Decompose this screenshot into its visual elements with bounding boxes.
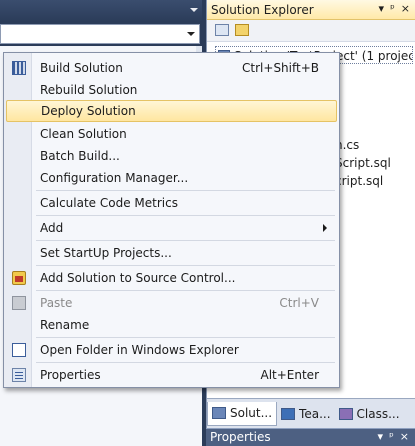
title-bar-buttons: ▾ ᵖ × xyxy=(379,2,410,15)
menu-item-rename[interactable]: Rename xyxy=(6,314,337,336)
window-position-dropdown-icon[interactable]: ▾ xyxy=(378,430,384,443)
menu-item-label: Build Solution xyxy=(40,61,123,75)
menu-item-add[interactable]: Add xyxy=(6,217,337,239)
menu-item-label: Calculate Code Metrics xyxy=(40,196,178,210)
tree-item-partial[interactable]: cript.sql xyxy=(335,174,383,188)
menu-separator xyxy=(36,190,335,191)
menu-separator xyxy=(36,337,335,338)
menu-item-label: Deploy Solution xyxy=(41,104,136,118)
solution-explorer-toolbar xyxy=(207,20,415,42)
menu-item-configuration-manager[interactable]: Configuration Manager... xyxy=(6,167,337,189)
menu-item-paste[interactable]: Paste Ctrl+V xyxy=(6,292,337,314)
menu-item-add-to-source-control[interactable]: Add Solution to Source Control... xyxy=(6,267,337,289)
menu-item-label: Batch Build... xyxy=(40,149,120,163)
menu-item-calculate-code-metrics[interactable]: Calculate Code Metrics xyxy=(6,192,337,214)
open-folder-icon xyxy=(12,343,26,357)
solution-context-menu: Build Solution Ctrl+Shift+B Rebuild Solu… xyxy=(3,52,340,388)
menu-item-label: Rebuild Solution xyxy=(40,83,138,97)
chevron-down-icon[interactable] xyxy=(187,32,195,36)
menu-item-label: Clean Solution xyxy=(40,127,127,141)
tab-class-view[interactable]: Class... xyxy=(335,402,404,426)
solution-explorer-icon xyxy=(212,407,226,419)
menu-item-label: Properties xyxy=(40,368,101,382)
menu-item-shortcut: Alt+Enter xyxy=(260,368,319,382)
team-explorer-icon xyxy=(281,407,296,420)
submenu-arrow-icon xyxy=(323,224,327,232)
menu-item-label: Add xyxy=(40,221,64,235)
menu-item-label: Set StartUp Projects... xyxy=(40,246,172,260)
properties-icon xyxy=(12,368,26,382)
tab-dropdown-arrow-icon[interactable] xyxy=(190,8,198,12)
tool-window-tabs: Solut... Tea... Class... xyxy=(207,398,415,428)
show-all-files-icon[interactable] xyxy=(235,24,249,36)
menu-item-shortcut: Ctrl+Shift+B xyxy=(242,61,319,75)
solution-explorer-title: Solution Explorer xyxy=(211,3,314,17)
menu-item-label: Configuration Manager... xyxy=(40,171,189,185)
menu-item-label: Open Folder in Windows Explorer xyxy=(40,343,239,357)
menu-separator xyxy=(36,362,335,363)
menu-item-label: Add Solution to Source Control... xyxy=(40,271,236,285)
window-position-dropdown-icon[interactable]: ▾ xyxy=(379,2,385,15)
tab-label: Class... xyxy=(356,406,400,421)
build-icon xyxy=(12,61,26,75)
menu-item-shortcut: Ctrl+V xyxy=(279,296,319,310)
tab-label: Tea... xyxy=(299,406,331,421)
properties-panel-title-bar: Properties ▾ ᵖ × xyxy=(206,428,415,446)
menu-item-open-folder-in-explorer[interactable]: Open Folder in Windows Explorer xyxy=(6,339,337,361)
tab-team-explorer[interactable]: Tea... xyxy=(277,402,334,426)
tab-label: Solut... xyxy=(230,406,273,420)
menu-item-label: Paste xyxy=(40,296,73,310)
menu-separator xyxy=(36,240,335,241)
menu-separator xyxy=(36,265,335,266)
properties-panel-title: Properties xyxy=(210,430,271,444)
menu-separator xyxy=(36,215,335,216)
navigation-combo-box[interactable] xyxy=(0,24,200,44)
menu-item-build-solution[interactable]: Build Solution Ctrl+Shift+B xyxy=(6,57,337,79)
class-view-icon xyxy=(338,407,353,420)
menu-item-rebuild-solution[interactable]: Rebuild Solution xyxy=(6,79,337,101)
source-control-icon xyxy=(12,271,26,285)
close-icon[interactable]: × xyxy=(401,2,410,15)
editor-tab-strip xyxy=(0,0,202,22)
close-icon[interactable]: × xyxy=(400,430,409,443)
solution-explorer-title-bar: Solution Explorer ▾ ᵖ × xyxy=(207,0,415,20)
title-bar-buttons: ▾ ᵖ × xyxy=(378,430,409,443)
properties-icon[interactable] xyxy=(215,24,229,36)
menu-item-label: Rename xyxy=(40,318,90,332)
auto-hide-pin-icon[interactable]: ᵖ xyxy=(389,430,394,443)
menu-item-set-startup-projects[interactable]: Set StartUp Projects... xyxy=(6,242,337,264)
menu-item-properties[interactable]: Properties Alt+Enter xyxy=(6,364,337,386)
paste-icon xyxy=(12,296,26,310)
menu-item-clean-solution[interactable]: Clean Solution xyxy=(6,123,337,145)
auto-hide-pin-icon[interactable]: ᵖ xyxy=(390,2,395,15)
tab-solution-explorer[interactable]: Solut... xyxy=(207,401,278,426)
menu-item-batch-build[interactable]: Batch Build... xyxy=(6,145,337,167)
menu-item-deploy-solution[interactable]: Deploy Solution xyxy=(6,100,337,122)
tree-item-partial[interactable]: Script.sql xyxy=(335,156,391,170)
menu-separator xyxy=(36,290,335,291)
